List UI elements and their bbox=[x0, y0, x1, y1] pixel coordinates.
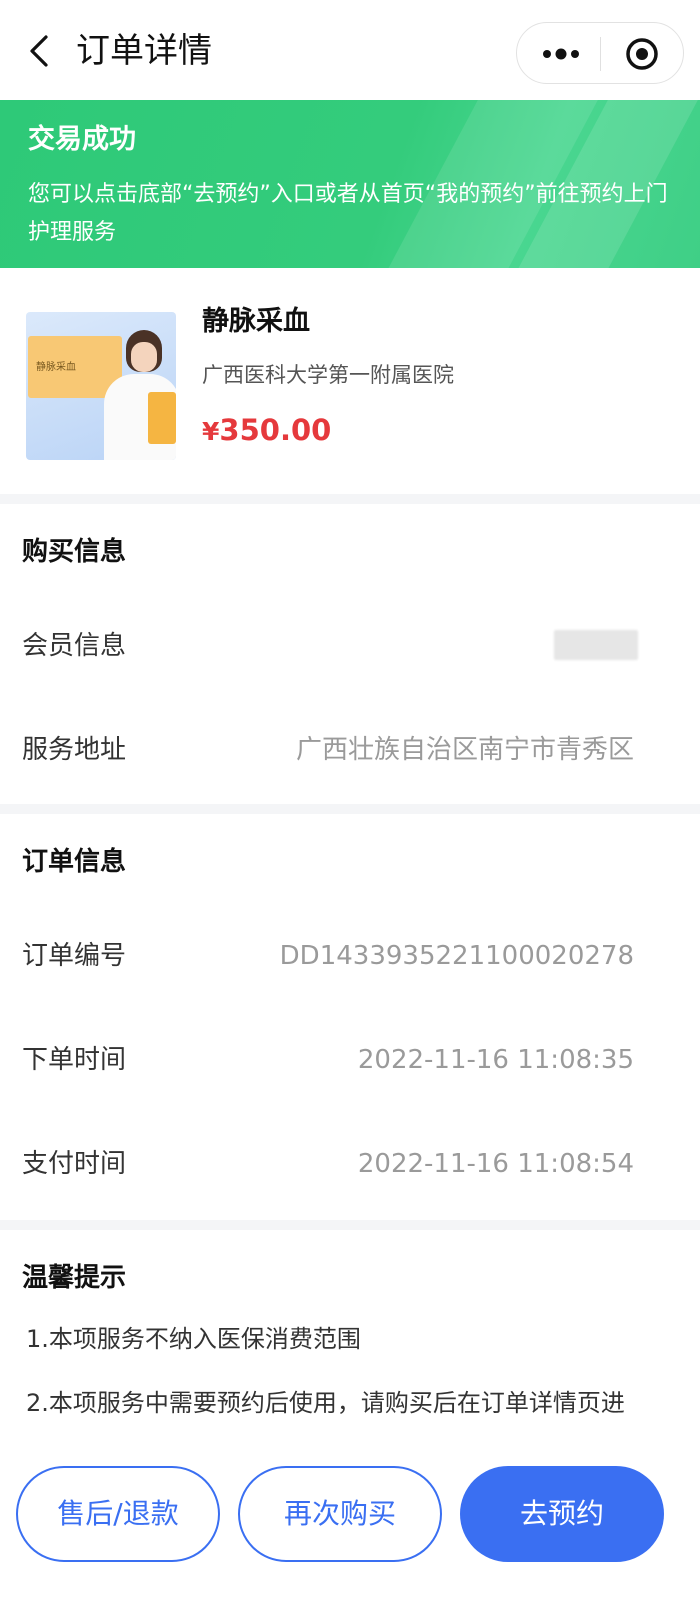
thumbnail-card-label: 静脉采血 bbox=[36, 362, 76, 373]
order-info-section: 订单信息 订单编号 DD1433935221100020278 下单时间 202… bbox=[0, 814, 700, 1220]
nurse-face bbox=[131, 342, 157, 372]
section-separator bbox=[0, 494, 700, 504]
more-icon[interactable] bbox=[539, 41, 583, 67]
service-address-label: 服务地址 bbox=[22, 735, 127, 765]
mini-program-capsule bbox=[516, 22, 684, 84]
section-separator bbox=[0, 1220, 700, 1230]
close-target-icon[interactable] bbox=[625, 37, 659, 71]
order-time-label: 下单时间 bbox=[22, 1045, 127, 1075]
price-value: 350.00 bbox=[219, 413, 332, 447]
purchase-info-section: 购买信息 会员信息 服务地址 广西壮族自治区南宁市青秀区 bbox=[0, 504, 700, 804]
banner-description: 您可以点击底部“去预约”入口或者从首页“我的预约”前往预约上门护理服务 bbox=[28, 182, 668, 245]
capsule-divider bbox=[600, 37, 601, 71]
page-title: 订单详情 bbox=[76, 31, 212, 71]
product-thumbnail: 静脉采血 bbox=[26, 312, 176, 460]
order-time-value: 2022-11-16 11:08:35 bbox=[357, 1045, 634, 1075]
product-name: 静脉采血 bbox=[202, 306, 310, 337]
section-title: 购买信息 bbox=[22, 537, 127, 567]
order-number-value: DD1433935221100020278 bbox=[279, 941, 634, 971]
refund-button[interactable]: 售后/退款 bbox=[16, 1466, 220, 1562]
pay-time-label: 支付时间 bbox=[22, 1149, 127, 1179]
folder-illustration bbox=[148, 392, 176, 444]
currency-symbol: ¥ bbox=[202, 417, 220, 446]
product-card[interactable]: 静脉采血 静脉采血 广西医科大学第一附属医院 ¥350.00 bbox=[0, 268, 700, 504]
section-title: 温馨提示 bbox=[22, 1263, 127, 1293]
tip-item: 1.本项服务不纳入医保消费范围 bbox=[26, 1325, 361, 1353]
section-title: 订单信息 bbox=[22, 847, 127, 877]
member-info-redacted bbox=[554, 630, 638, 660]
section-separator bbox=[0, 804, 700, 814]
banner-title: 交易成功 bbox=[28, 124, 136, 155]
success-banner: 交易成功 您可以点击底部“去预约”入口或者从首页“我的预约”前往预约上门护理服务 bbox=[0, 100, 700, 268]
product-hospital: 广西医科大学第一附属医院 bbox=[202, 363, 454, 387]
book-appointment-button[interactable]: 去预约 bbox=[460, 1466, 664, 1562]
product-price: ¥350.00 bbox=[202, 410, 331, 452]
chevron-left-icon[interactable] bbox=[24, 34, 58, 68]
tips-section: 温馨提示 1.本项服务不纳入医保消费范围 2.本项服务中需要预约后使用，请购买后… bbox=[0, 1230, 700, 1454]
member-info-label: 会员信息 bbox=[22, 631, 127, 661]
bottom-action-bar: 售后/退款 再次购买 去预约 bbox=[0, 1440, 700, 1611]
rebuy-button[interactable]: 再次购买 bbox=[238, 1466, 442, 1562]
order-number-label: 订单编号 bbox=[22, 941, 127, 971]
pay-time-value: 2022-11-16 11:08:54 bbox=[357, 1149, 634, 1179]
navbar: 订单详情 bbox=[0, 0, 700, 100]
tip-item: 2.本项服务中需要预约后使用，请购买后在订单详情页进 bbox=[26, 1389, 625, 1417]
service-address-value: 广西壮族自治区南宁市青秀区 bbox=[295, 735, 634, 765]
